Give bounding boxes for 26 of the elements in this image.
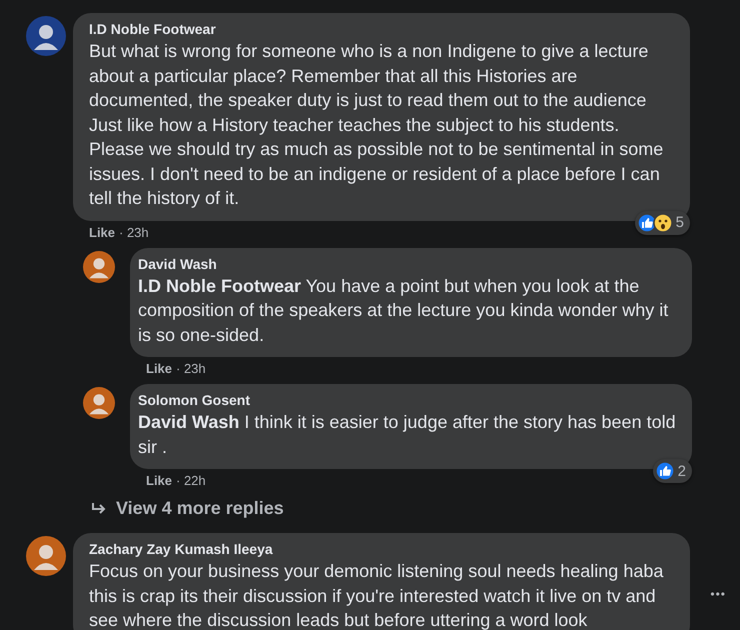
view-more-replies-link[interactable]: View 4 more replies: [26, 496, 740, 533]
reply-arrow-icon: [90, 502, 108, 516]
reaction-count[interactable]: 2: [652, 459, 692, 483]
avatar[interactable]: [26, 536, 66, 576]
comment-text: David Wash I think it is easier to judge after the story has been told sir .: [138, 411, 677, 458]
avatar[interactable]: [26, 16, 66, 56]
reaction-count[interactable]: 5: [634, 210, 690, 234]
more-options-button[interactable]: •••: [710, 587, 726, 601]
avatar[interactable]: [83, 387, 115, 419]
thumbs-up-icon: [654, 461, 675, 481]
like-link[interactable]: Like: [89, 224, 116, 240]
surprised-face-icon: [652, 212, 673, 232]
comment-author[interactable]: Zachary Zay Kumash Ileeya: [89, 541, 674, 557]
thumbs-up-icon: [636, 212, 657, 232]
comment-time: · 23h: [176, 361, 206, 376]
comment-author[interactable]: Solomon Gosent: [138, 392, 678, 408]
comment-author[interactable]: I.D Noble Footwear: [89, 21, 674, 37]
comment-text: But what is wrong for someone who is a non Indigene to give a lecture about a particular place? Remember that all this Histories are documented, the speaker duty is just to read them out to the audience Just like how a History teacher teaches the subject to his students. Please we should try as much as possible not to be sentimental in some issues. I don't need to be an indigene or resident of a place before I can tell the history of it.: [89, 40, 664, 210]
comment-author[interactable]: David Wash: [138, 256, 678, 272]
comment-time: · 22h: [176, 473, 206, 488]
avatar[interactable]: [83, 250, 115, 282]
comment-text: Focus on your business your demonic listening soul needs healing haba this is crap its their discussion if you're interested watch it live on tv and see where the discussion leads but before uttering a word look: [89, 560, 664, 630]
comment-time: · 23h: [119, 224, 149, 240]
like-link[interactable]: Like: [146, 361, 172, 376]
like-link[interactable]: Like: [146, 473, 172, 488]
comment-text: I.D Noble Footwear You have a point but when you look at the composition of the speakers at the lecture you kinda wonder why it is so one-sided.: [138, 274, 670, 346]
